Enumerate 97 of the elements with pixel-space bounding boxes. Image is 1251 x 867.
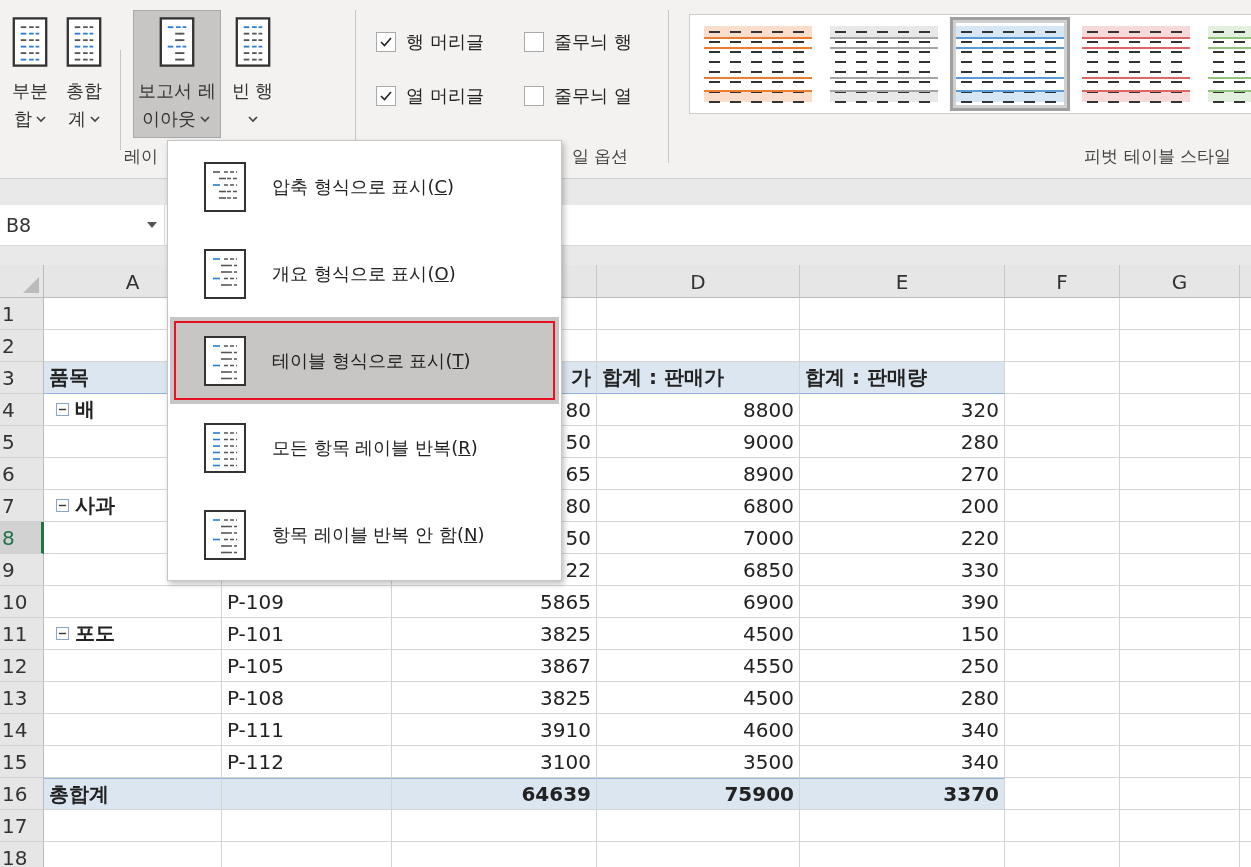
- caret-icon: [88, 115, 101, 123]
- table-cell: 250: [800, 650, 1005, 682]
- row-header[interactable]: 17: [0, 810, 44, 842]
- table-cell: 340: [800, 714, 1005, 746]
- row-header[interactable]: 5: [0, 426, 44, 458]
- checkbox-option[interactable]: 줄무늬 열: [524, 84, 664, 108]
- table-cell: 4550: [597, 650, 800, 682]
- collapse-icon[interactable]: [56, 499, 69, 512]
- document-icon: [204, 422, 246, 473]
- name-box[interactable]: B8: [0, 205, 165, 245]
- row-header[interactable]: 1: [0, 298, 44, 330]
- table-cell: 6900: [597, 586, 800, 618]
- row-header[interactable]: 2: [0, 330, 44, 362]
- table-cell: 총합계: [44, 778, 222, 810]
- document-icon: [65, 17, 103, 67]
- table-cell: 3910: [392, 714, 597, 746]
- document-icon: [157, 17, 196, 67]
- caret-icon: [246, 115, 259, 123]
- table-cell: P-111: [222, 714, 392, 746]
- ribbon-button[interactable]: 빈 행: [226, 10, 279, 138]
- checkbox[interactable]: [524, 86, 544, 106]
- table-cell: P-101: [222, 618, 392, 650]
- row-header[interactable]: 14: [0, 714, 44, 746]
- row-header[interactable]: 11: [0, 618, 44, 650]
- row-header[interactable]: 4: [0, 394, 44, 426]
- collapse-icon[interactable]: [56, 403, 69, 416]
- table-cell: 3825: [392, 618, 597, 650]
- menu-item[interactable]: 테이블 형식으로 표시(T): [170, 317, 559, 404]
- column-header[interactable]: F: [1005, 265, 1120, 298]
- row-header[interactable]: 12: [0, 650, 44, 682]
- table-style-swatch[interactable]: [950, 17, 1070, 111]
- row-header[interactable]: 18: [0, 842, 44, 867]
- checkbox[interactable]: [376, 32, 396, 52]
- table-cell: P-109: [222, 586, 392, 618]
- caret-icon: [199, 115, 212, 123]
- table-cell: 6850: [597, 554, 800, 586]
- table-cell: 5865: [392, 586, 597, 618]
- table-cell: 합계 : 판매량: [800, 362, 1005, 394]
- document-icon: [204, 509, 246, 560]
- table-cell: 포도: [44, 618, 222, 650]
- menu-item[interactable]: 압축 형식으로 표시(C): [170, 143, 559, 230]
- table-cell: 4500: [597, 618, 800, 650]
- row-header[interactable]: 9: [0, 554, 44, 586]
- table-cell: 7000: [597, 522, 800, 554]
- document-icon: [233, 17, 272, 67]
- table-cell: 280: [800, 426, 1005, 458]
- table-cell: 3867: [392, 650, 597, 682]
- table-cell: 3370: [800, 778, 1005, 810]
- checkbox-option[interactable]: 줄무늬 행: [524, 30, 664, 54]
- row-header[interactable]: 7: [0, 490, 44, 522]
- checkbox[interactable]: [524, 32, 544, 52]
- checkbox-option[interactable]: 행 머리글: [376, 30, 524, 54]
- table-cell: 합계 : 판매가: [597, 362, 800, 394]
- table-cell: 6800: [597, 490, 800, 522]
- caret-icon: [34, 115, 47, 123]
- table-cell: 4500: [597, 682, 800, 714]
- document-icon: [204, 161, 246, 212]
- table-cell: 4600: [597, 714, 800, 746]
- table-cell: 150: [800, 618, 1005, 650]
- row-header[interactable]: 3: [0, 362, 44, 394]
- row-header[interactable]: 6: [0, 458, 44, 490]
- document-icon: [204, 248, 246, 299]
- table-cell: 75900: [597, 778, 800, 810]
- ribbon-button[interactable]: 부분 합: [6, 10, 54, 138]
- group-label: 레이: [123, 145, 159, 168]
- column-header[interactable]: E: [800, 265, 1005, 298]
- table-cell: P-108: [222, 682, 392, 714]
- table-cell: 320: [800, 394, 1005, 426]
- row-header[interactable]: 10: [0, 586, 44, 618]
- table-cell: 270: [800, 458, 1005, 490]
- group-label: 일 옵션: [570, 145, 629, 168]
- row-header[interactable]: 16: [0, 778, 44, 810]
- row-header[interactable]: 13: [0, 682, 44, 714]
- ribbon-button[interactable]: 보고서 레 이아웃: [133, 10, 221, 138]
- checkbox[interactable]: [376, 86, 396, 106]
- table-cell: 9000: [597, 426, 800, 458]
- group-label: 피벗 테이블 스타일: [1083, 145, 1232, 168]
- document-icon: [11, 17, 49, 67]
- dropdown-arrow-icon[interactable]: [146, 221, 158, 229]
- column-header[interactable]: D: [597, 265, 800, 298]
- table-cell: 3825: [392, 682, 597, 714]
- table-cell: 280: [800, 682, 1005, 714]
- table-cell: 330: [800, 554, 1005, 586]
- table-cell: 200: [800, 490, 1005, 522]
- ribbon-button[interactable]: 총합 계: [60, 10, 108, 138]
- row-header[interactable]: 8: [0, 522, 44, 554]
- document-icon: [204, 335, 246, 386]
- table-cell: 220: [800, 522, 1005, 554]
- table-cell: 8900: [597, 458, 800, 490]
- column-header[interactable]: G: [1120, 265, 1240, 298]
- checkbox-option[interactable]: 열 머리글: [376, 84, 524, 108]
- collapse-icon[interactable]: [56, 627, 69, 640]
- table-cell: 64639: [392, 778, 597, 810]
- table-cell: 8800: [597, 394, 800, 426]
- row-header[interactable]: 15: [0, 746, 44, 778]
- table-cell: P-105: [222, 650, 392, 682]
- table-cell: 390: [800, 586, 1005, 618]
